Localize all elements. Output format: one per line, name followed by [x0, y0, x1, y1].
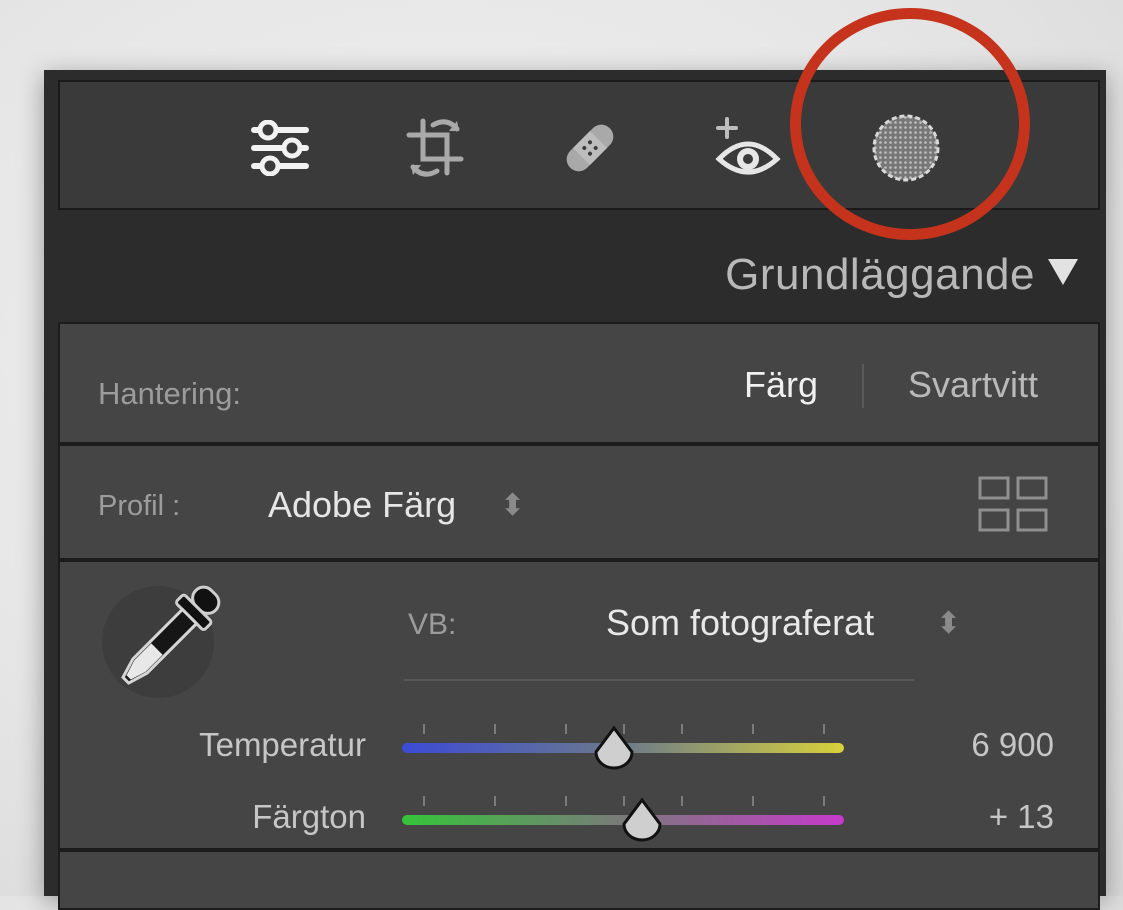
healing-bandage-icon[interactable] — [552, 110, 628, 186]
temperature-label: Temperatur — [199, 726, 366, 763]
collapse-triangle-icon[interactable] — [1045, 253, 1081, 294]
white-balance-section: VB: Som fotograferat ⬍ Temperatur 6 900 … — [58, 560, 1100, 850]
treatment-option-bw[interactable]: Svartvitt — [908, 364, 1038, 406]
treatment-label: Hantering: — [98, 376, 242, 411]
eyedropper-icon — [121, 585, 221, 685]
masking-icon[interactable] — [868, 110, 944, 186]
treatment-divider — [862, 364, 864, 408]
profile-browser-grid-icon[interactable] — [978, 474, 1048, 539]
temperature-value[interactable]: 6 900 — [904, 726, 1054, 764]
tool-strip — [58, 80, 1100, 210]
tint-slider-thumb[interactable] — [622, 798, 662, 842]
treatment-option-color[interactable]: Färg — [744, 364, 818, 406]
profile-value[interactable]: Adobe Färg — [268, 484, 456, 526]
wb-label: VB: — [408, 608, 457, 641]
eyedropper-button[interactable] — [102, 585, 221, 698]
wb-divider — [404, 679, 914, 681]
section-title[interactable]: Grundläggande — [725, 243, 1035, 307]
wb-stepper-icon[interactable]: ⬍ — [936, 606, 961, 641]
wb-value[interactable]: Som fotograferat — [606, 602, 874, 644]
tint-label: Färgton — [252, 798, 366, 835]
temperature-slider-thumb[interactable] — [594, 726, 634, 770]
edit-sliders-icon[interactable] — [242, 110, 318, 186]
treatment-row: Hantering: Färg Svartvitt — [58, 322, 1100, 444]
profile-row: Profil : Adobe Färg ⬍ — [58, 444, 1100, 560]
red-eye-icon[interactable] — [710, 110, 786, 186]
tint-value[interactable]: + 13 — [904, 798, 1054, 836]
crop-rotate-icon[interactable] — [397, 110, 473, 186]
profile-stepper-icon[interactable]: ⬍ — [500, 488, 525, 523]
profile-label: Profil : — [98, 490, 181, 522]
next-section-row — [58, 850, 1100, 910]
